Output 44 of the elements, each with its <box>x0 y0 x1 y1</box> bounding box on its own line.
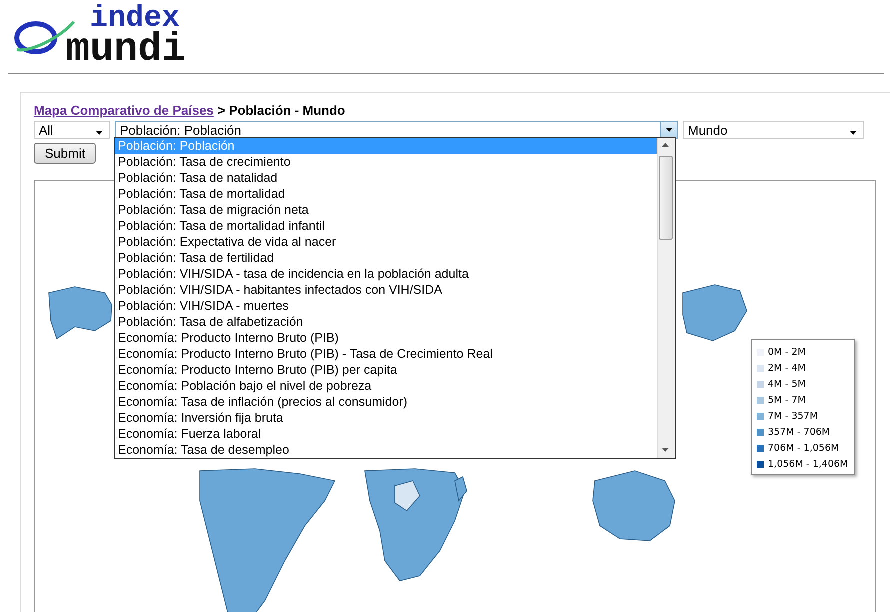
breadcrumb-link[interactable]: Mapa Comparativo de Países <box>34 103 214 118</box>
dropdown-option[interactable]: Población: Tasa de crecimiento <box>115 154 657 170</box>
dropdown-option[interactable]: Economía: Tasa de desempleo <box>115 442 657 458</box>
legend-label: 1,056M - 1,406M <box>768 458 848 470</box>
dropdown-option[interactable]: Economía: Producto Interno Bruto (PIB) <box>115 330 657 346</box>
dropdown-option[interactable]: Población: Tasa de natalidad <box>115 170 657 186</box>
caret-icon <box>666 128 672 132</box>
dropdown-option[interactable]: Población: VIH/SIDA - muertes <box>115 298 657 314</box>
page-title: > Población - Mundo <box>218 103 346 118</box>
dropdown-option[interactable]: Población: VIH/SIDA - habitantes infectados con VIH/SIDA <box>115 282 657 298</box>
scrollbar-thumb[interactable] <box>659 156 673 240</box>
dropdown-option[interactable]: Economía: Producto Interno Bruto (PIB) per capita <box>115 362 657 378</box>
scroll-down-icon[interactable] <box>662 448 669 452</box>
dropdown-option[interactable]: Población: Tasa de mortalidad infantil <box>115 218 657 234</box>
dropdown-option[interactable]: Población: Tasa de fertilidad <box>115 250 657 266</box>
dropdown-option[interactable]: Economía: Inversión fija bruta <box>115 410 657 426</box>
dropdown-option[interactable]: Población: Tasa de alfabetización <box>115 314 657 330</box>
dropdown-option[interactable]: Población: Tasa de migración neta <box>115 202 657 218</box>
logo-text: index <box>90 6 180 32</box>
legend-label: 706M - 1,056M <box>768 442 840 454</box>
dropdown-option[interactable]: Economía: Tasa de inflación (precios al consumidor) <box>115 394 657 410</box>
legend-label: 357M - 706M <box>768 426 830 438</box>
scroll-up-icon[interactable] <box>662 143 669 147</box>
landmass <box>682 284 748 342</box>
dropdown-option[interactable]: Economía: Población bajo el nivel de pobreza <box>115 378 657 394</box>
dropdown-option[interactable]: Economía: Producto Interno Bruto (PIB) - Tasa de Crecimiento Real <box>115 346 657 362</box>
country <box>394 480 420 512</box>
logo-text: mundi <box>66 32 186 68</box>
landmass <box>48 286 112 340</box>
legend-label: 0M - 2M <box>768 346 806 358</box>
legend-label: 2M - 4M <box>768 362 806 374</box>
dropdown-option[interactable]: Población: Tasa de mortalidad <box>115 186 657 202</box>
legend-label: 4M - 5M <box>768 378 806 390</box>
dropdown-option[interactable]: Población: Expectativa de vida al nacer <box>115 234 657 250</box>
submit-button[interactable]: Submit <box>34 143 96 164</box>
dropdown-option[interactable]: Población: VIH/SIDA - tasa de incidencia en la población adulta <box>115 266 657 282</box>
dropdown-option[interactable]: Economía: Fuerza laboral <box>115 426 657 442</box>
caret-icon <box>96 130 103 134</box>
caret-icon <box>850 130 857 134</box>
region-select[interactable]: Mundo <box>683 121 864 139</box>
legend-label: 5M - 7M <box>768 394 806 406</box>
group-select[interactable]: All <box>34 121 110 139</box>
scrollbar[interactable] <box>657 138 675 458</box>
legend-label: 7M - 357M <box>768 410 818 422</box>
